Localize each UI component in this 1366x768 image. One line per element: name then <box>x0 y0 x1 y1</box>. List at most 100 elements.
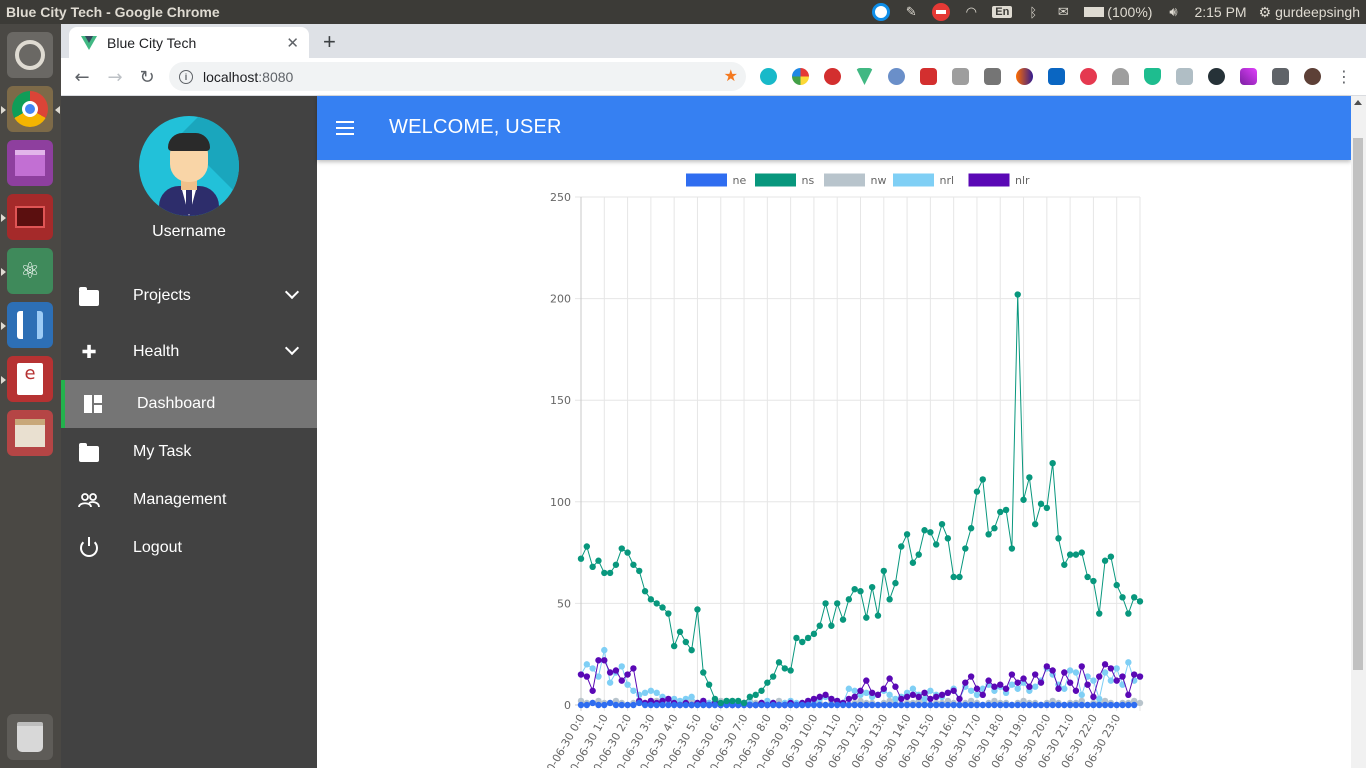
health-icon: ✚ <box>81 341 97 362</box>
data-point-nrl <box>973 691 981 699</box>
data-point-nlr <box>822 691 829 699</box>
data-point-ns <box>1061 561 1068 568</box>
sidebar-item-dashboard[interactable]: Dashboard <box>61 380 317 428</box>
data-point-ne <box>979 701 986 709</box>
extensions-puzzle-icon[interactable] <box>1272 68 1289 85</box>
data-point-ns <box>874 612 882 619</box>
browser-tab[interactable]: Blue City Tech ✕ <box>69 27 309 58</box>
wifi-icon[interactable]: ◠ <box>962 4 980 20</box>
data-point-ns <box>845 596 853 603</box>
browser-menu-icon[interactable]: ⋮ <box>1336 67 1352 86</box>
user-menu[interactable]: ⚙ gurdeepsingh <box>1259 4 1360 21</box>
data-point-ns <box>612 561 620 568</box>
extension-icon[interactable] <box>792 68 809 85</box>
adblock-icon[interactable] <box>824 68 841 85</box>
site-info-icon[interactable]: i <box>179 69 193 84</box>
data-point-ne <box>1125 701 1132 709</box>
extension-icon[interactable] <box>760 68 777 85</box>
teamviewer-icon[interactable] <box>872 3 891 21</box>
forward-button[interactable]: → <box>103 65 127 89</box>
data-point-nlr <box>612 667 620 674</box>
battery-indicator[interactable]: (100%) <box>1084 4 1152 20</box>
sidebar-item-logout[interactable]: Logout <box>61 524 317 572</box>
cors-icon[interactable] <box>920 68 937 85</box>
data-point-nlr <box>868 689 876 697</box>
data-point-nrl <box>1072 669 1080 676</box>
extension-icon[interactable] <box>1080 68 1097 85</box>
sidebar-item-management[interactable]: Management <box>61 476 317 524</box>
data-point-ns <box>764 679 771 686</box>
legend-label: ne <box>733 174 747 187</box>
data-point-ns <box>647 596 655 603</box>
keyboard-layout-indicator[interactable]: En <box>992 6 1013 18</box>
eyedropper-icon[interactable] <box>984 68 1001 85</box>
data-point-ns <box>705 681 713 688</box>
data-point-nlr <box>1101 661 1109 668</box>
stop-icon[interactable] <box>932 3 951 21</box>
atom-icon[interactable]: ⚛ <box>7 248 53 294</box>
vscode-icon[interactable] <box>7 302 53 348</box>
data-point-nlr <box>589 687 596 694</box>
data-point-ne <box>1026 701 1033 709</box>
data-point-ns <box>676 628 684 636</box>
scroll-up-arrow-icon[interactable] <box>1354 100 1362 105</box>
ubuntu-dash-icon[interactable] <box>7 32 53 78</box>
mail-icon[interactable]: ✉ <box>1054 4 1072 20</box>
bluetooth-icon[interactable]: ᛒ <box>1024 4 1042 20</box>
data-point-ne <box>857 701 864 709</box>
data-point-nlr <box>1066 679 1074 686</box>
app-header: WELCOME, USER <box>317 96 1351 160</box>
paperclip-icon[interactable]: ✎ <box>902 4 920 20</box>
dashboard-icon <box>82 393 104 415</box>
vue-devtools-icon[interactable] <box>856 68 873 85</box>
bookmark-star-icon[interactable]: ★ <box>724 66 738 86</box>
data-point-ne <box>863 701 870 709</box>
data-point-ns <box>985 531 992 538</box>
data-point-nrl <box>606 679 614 686</box>
volume-icon[interactable]: 🔊︎ <box>1164 4 1182 20</box>
data-point-ns <box>1043 504 1051 512</box>
chrome-launcher-icon[interactable] <box>7 86 53 132</box>
sidebar-item-projects[interactable]: Projects <box>61 272 317 320</box>
text-editor-icon[interactable]: e <box>7 356 53 402</box>
window-manager-icon[interactable] <box>7 140 53 186</box>
data-point-ns <box>868 583 876 591</box>
page-scrollbar[interactable] <box>1351 96 1366 768</box>
address-bar[interactable]: i localhost:8080 ★ <box>169 62 746 91</box>
extension-icon[interactable] <box>1176 68 1193 85</box>
sidebar-item-my-task[interactable]: My Task <box>61 428 317 476</box>
trash-icon[interactable] <box>7 714 53 760</box>
archive-icon[interactable] <box>7 410 53 456</box>
data-point-ns <box>1130 594 1138 601</box>
hamburger-menu-icon[interactable] <box>336 121 354 135</box>
extension-icon[interactable] <box>1016 68 1033 85</box>
clock[interactable]: 2:15 PM <box>1194 4 1246 20</box>
reload-button[interactable]: ↻ <box>135 65 159 89</box>
sidebar-item-health[interactable]: ✚ Health <box>61 328 317 376</box>
linkedin-icon[interactable] <box>1048 68 1065 85</box>
terminal-icon[interactable] <box>7 194 53 240</box>
extension-icon[interactable] <box>1112 68 1129 85</box>
feather-icon[interactable] <box>1240 68 1257 85</box>
url-host: localhost <box>203 68 259 85</box>
data-point-ns <box>898 543 905 550</box>
data-point-ns <box>834 600 841 607</box>
data-point-nrl <box>1107 677 1115 684</box>
data-point-nrl <box>851 687 858 694</box>
extension-icon[interactable] <box>888 68 905 85</box>
data-point-ns <box>787 667 794 674</box>
data-point-nlr <box>1014 679 1021 686</box>
new-tab-button[interactable]: + <box>323 29 336 55</box>
data-point-ns <box>781 665 789 672</box>
profile-avatar-icon[interactable] <box>1304 68 1321 85</box>
extension-icon[interactable] <box>1208 68 1225 85</box>
back-button[interactable]: ← <box>70 65 94 89</box>
extension-off-icon[interactable] <box>952 68 969 85</box>
data-point-ne <box>1002 701 1010 709</box>
legend-label: ns <box>802 174 815 187</box>
data-point-ns <box>653 600 660 607</box>
close-tab-icon[interactable]: ✕ <box>286 34 299 52</box>
scrollbar-thumb[interactable] <box>1353 138 1363 670</box>
data-point-ne <box>583 701 591 709</box>
shield-icon[interactable] <box>1144 68 1161 85</box>
